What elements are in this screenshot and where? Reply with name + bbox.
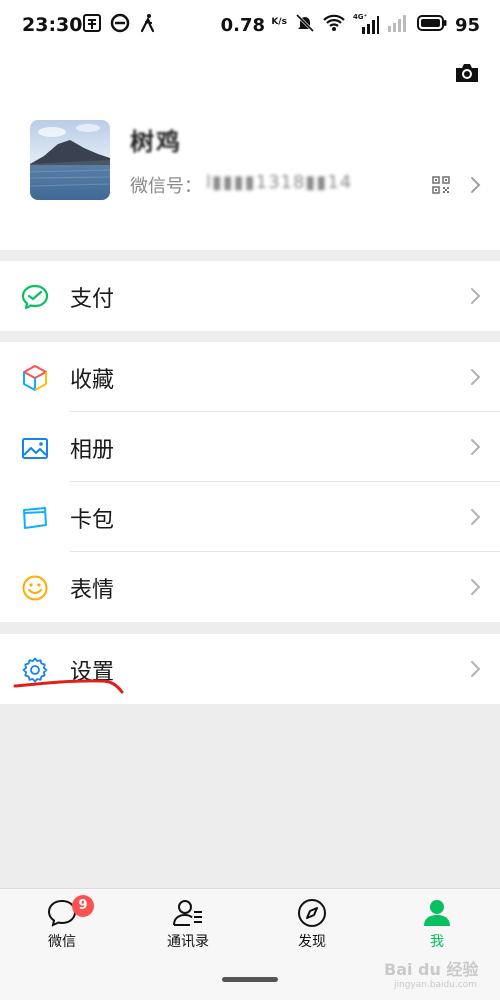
battery-percent: 95: [454, 14, 480, 36]
battery-icon: [416, 15, 447, 35]
cell-signal-icon: 4G⁺: [352, 13, 379, 35]
menu-item-stickers[interactable]: 表情: [0, 552, 500, 622]
camera-icon[interactable]: [454, 62, 480, 84]
menu-label-pay: 支付: [70, 287, 115, 312]
pay-icon: [21, 283, 49, 311]
menu-label-album: 相册: [70, 438, 115, 463]
red-underline-annotation: [13, 679, 124, 694]
wechat-id-value: l▮▮▮▮1318▮▮14: [206, 172, 353, 193]
chevron-right-icon: [470, 577, 482, 597]
watermark-text: Bai du 经验: [384, 960, 479, 979]
home-indicator[interactable]: [222, 977, 278, 982]
tab-label-me: 我: [430, 934, 444, 950]
tab-discover[interactable]: 发现: [262, 897, 362, 951]
cards-icon: [21, 504, 49, 532]
mute-icon: [295, 13, 315, 37]
status-bar: 23:30 0.78 K/s 4G⁺ 95: [0, 0, 500, 52]
wifi-icon: [323, 14, 345, 36]
tab-contacts[interactable]: 通讯录: [138, 897, 238, 951]
nickname: 树鸡: [130, 128, 182, 156]
network-type-label: 4G⁺: [352, 13, 368, 21]
profile-header[interactable]: 树鸡 微信号： l▮▮▮▮1318▮▮14: [0, 52, 500, 250]
contacts-icon: [172, 897, 204, 929]
avatar[interactable]: [30, 120, 110, 200]
status-right: 0.78 K/s 4G⁺ 95: [221, 13, 480, 37]
menu-item-cards[interactable]: 卡包: [0, 482, 500, 552]
menu-item-album[interactable]: 相册: [0, 412, 500, 482]
status-left-icons: [82, 13, 158, 33]
menu-label-cards: 卡包: [70, 508, 115, 533]
menu-item-pay[interactable]: 支付: [0, 261, 500, 331]
chevron-right-icon: [470, 367, 482, 387]
discover-icon: [296, 897, 328, 929]
app-notification-icon: [82, 13, 102, 33]
chevron-right-icon: [470, 437, 482, 457]
stickers-icon: [21, 574, 49, 602]
wechat-id-row: 微信号： l▮▮▮▮1318▮▮14: [130, 172, 352, 198]
services-group: 收藏 相册 卡包 表情: [0, 342, 500, 622]
net-speed: 0.78 K/s: [220, 14, 287, 36]
tab-label-discover: 发现: [298, 934, 326, 950]
favorites-icon: [21, 364, 49, 392]
app-circle-icon: [110, 13, 130, 33]
menu-item-favorites[interactable]: 收藏: [0, 342, 500, 412]
tab-chats[interactable]: 9 微信: [12, 895, 112, 951]
pay-group: 支付: [0, 261, 500, 331]
watermark-sub: jingyan.baidu.com: [394, 980, 478, 990]
tab-label-contacts: 通讯录: [167, 934, 209, 950]
tab-me[interactable]: 我: [387, 897, 487, 951]
menu-label-favorites: 收藏: [70, 368, 115, 393]
qr-code-icon[interactable]: [432, 176, 450, 194]
album-icon: [21, 434, 49, 462]
cell-signal-2-icon: [387, 13, 409, 37]
chevron-right-icon: [470, 175, 482, 195]
tab-label-chats: 微信: [48, 934, 76, 950]
walking-icon: [138, 13, 158, 33]
chevron-right-icon: [470, 286, 482, 306]
chevron-right-icon: [470, 507, 482, 527]
status-time: 23:30: [22, 14, 83, 36]
me-icon: [421, 897, 453, 929]
wechat-id-label: 微信号：: [130, 176, 202, 197]
unread-badge: 9: [72, 895, 94, 917]
chevron-right-icon: [470, 659, 482, 679]
menu-label-stickers: 表情: [70, 578, 115, 603]
